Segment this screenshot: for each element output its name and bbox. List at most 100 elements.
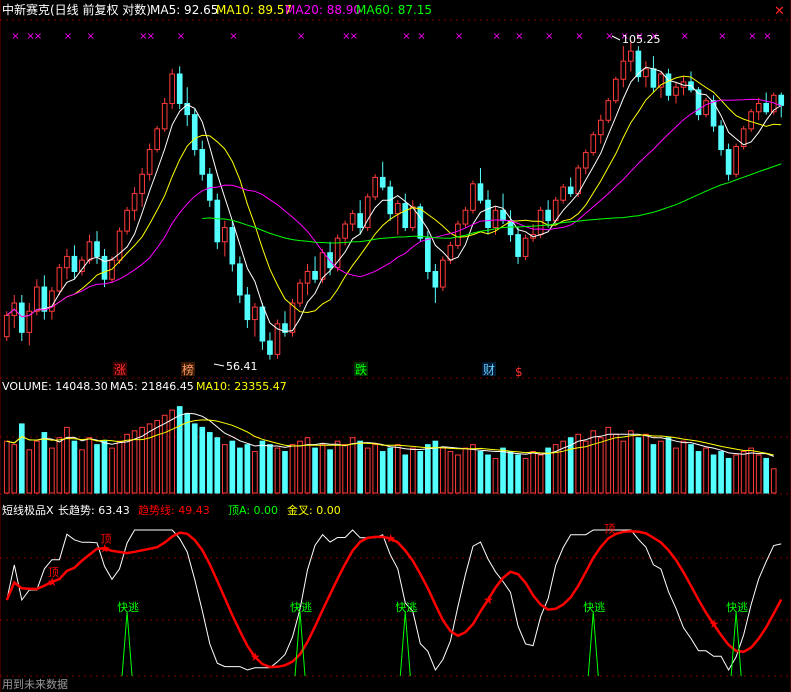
volume-bar xyxy=(372,444,379,494)
volume-bar xyxy=(184,413,191,494)
future-data-notice: 用到未来数据 xyxy=(2,677,68,691)
candle-body xyxy=(545,209,551,222)
volume-bar xyxy=(507,451,514,494)
volume-bar xyxy=(154,419,160,494)
top-label: 顶 xyxy=(604,522,615,535)
long-trend-legend: 长趋势: 63.43 xyxy=(58,504,130,517)
volume-bar xyxy=(673,447,679,494)
volume-bar xyxy=(327,449,333,494)
volume-bar xyxy=(26,449,33,494)
tag-dollar[interactable]: $ xyxy=(515,365,523,379)
top-marker: × xyxy=(417,31,425,42)
volume-bar xyxy=(394,444,401,494)
volume-bar xyxy=(658,440,664,494)
volume-bar xyxy=(740,451,747,494)
volume-bar xyxy=(530,451,536,494)
candle-body xyxy=(725,149,732,175)
tag-finance[interactable]: 财 xyxy=(483,363,495,377)
candle-body xyxy=(342,223,348,239)
top-marker: × xyxy=(64,31,72,42)
volume-bar xyxy=(590,430,597,494)
escape-label: 快逃 xyxy=(290,601,312,614)
candle-body xyxy=(169,73,176,104)
volume-bar xyxy=(575,433,582,494)
trend-line-legend: 趋势线: 49.43 xyxy=(138,503,210,517)
stock-chart[interactable]: × × × × × × × × × × × × × × × × × × × × × × × × × × × 105.25 56.41… xyxy=(0,0,791,692)
volume-bar xyxy=(387,447,394,494)
volume-bar xyxy=(665,437,672,494)
candle-body xyxy=(252,306,258,321)
candle-body xyxy=(425,237,431,272)
volume-bar xyxy=(537,454,544,494)
candle-body xyxy=(56,267,63,292)
candle-body xyxy=(154,128,160,151)
candle-body xyxy=(94,241,100,257)
volume-bar xyxy=(425,444,431,494)
volume-bar xyxy=(79,449,85,494)
top-marker: × xyxy=(229,31,237,42)
volume-legend: VOLUME: 14048.30 xyxy=(2,380,108,393)
candle-body xyxy=(440,259,446,288)
volume-bar xyxy=(635,437,642,494)
volume-bar xyxy=(161,414,168,494)
candle-body xyxy=(297,282,303,304)
candle-body xyxy=(522,237,529,257)
top-marker: × xyxy=(86,31,94,42)
candle-body xyxy=(462,209,469,225)
volume-bar xyxy=(116,440,123,494)
volume-bar xyxy=(229,440,236,494)
volume-ma10-legend: MA10: 23355.47 xyxy=(196,380,287,393)
ma60-legend: MA60: 87.15 xyxy=(356,3,432,17)
candle-body xyxy=(139,173,145,195)
candle-body xyxy=(567,186,574,195)
candle-body xyxy=(101,255,108,280)
volume-bar xyxy=(34,440,40,494)
volume-bar xyxy=(357,440,363,494)
candle-body xyxy=(650,68,657,88)
top-marker: × xyxy=(515,31,523,42)
volume-bar xyxy=(237,447,243,494)
top-marker: × xyxy=(545,31,553,42)
ma20-legend: MA20: 88.90 xyxy=(285,3,361,17)
cross-star: ★ xyxy=(709,617,720,631)
tag-rise[interactable]: 涨 xyxy=(114,362,126,377)
candle-body xyxy=(146,149,153,175)
candle-body xyxy=(327,252,333,269)
volume-bar xyxy=(379,451,386,494)
volume-bar xyxy=(763,457,770,494)
candle-body xyxy=(590,134,597,154)
chart-background xyxy=(0,0,791,692)
top-marker: × xyxy=(11,31,19,42)
candle-body xyxy=(394,203,401,215)
top-marker: × xyxy=(455,31,463,42)
volume-bar xyxy=(612,433,619,494)
top-marker: × xyxy=(34,31,42,42)
candle-body xyxy=(237,263,243,296)
tag-fall[interactable]: 跌 xyxy=(355,362,367,377)
tag-rank[interactable]: 榜 xyxy=(182,362,194,377)
volume-bar xyxy=(146,423,153,494)
volume-bar xyxy=(71,440,78,494)
candle-body xyxy=(244,294,251,321)
cross-star: ★ xyxy=(47,575,58,589)
candle-body xyxy=(432,270,439,288)
volume-bar xyxy=(349,437,356,494)
volume-bar xyxy=(274,447,281,494)
volume-bar xyxy=(695,451,702,494)
candle-body xyxy=(18,302,25,333)
candle-body xyxy=(417,206,424,239)
close-icon[interactable]: ✕ xyxy=(774,4,785,19)
volume-bar xyxy=(733,454,739,494)
high-price-label: 105.25 xyxy=(622,33,661,46)
top-marker: × xyxy=(177,31,185,42)
candle-body xyxy=(402,203,409,229)
candle-body xyxy=(763,102,770,113)
volume-bar xyxy=(597,437,604,494)
top-a-legend: 顶A: 0.00 xyxy=(228,504,278,517)
volume-bar xyxy=(447,451,454,494)
volume-bar xyxy=(41,432,48,494)
volume-bar xyxy=(470,444,476,494)
escape-label: 快逃 xyxy=(583,601,605,614)
escape-label: 快逃 xyxy=(726,601,748,614)
top-marker: × xyxy=(718,31,726,42)
